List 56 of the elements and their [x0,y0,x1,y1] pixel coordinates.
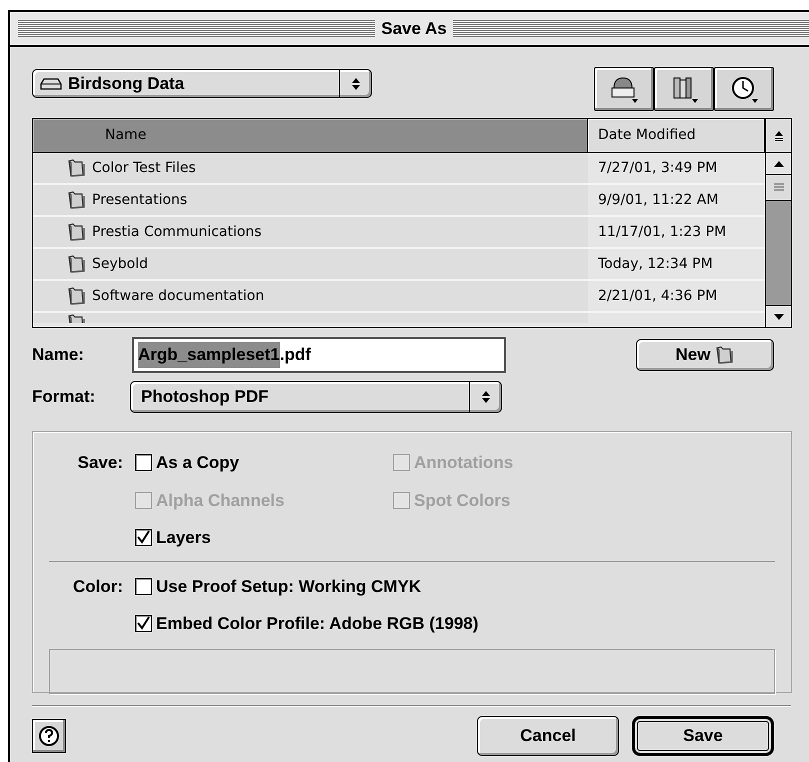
folder-icon [66,158,86,178]
toolbar-button[interactable] [654,67,714,111]
folder-icon [66,222,86,242]
date-modified: 9/9/01, 11:22 AM [597,190,720,210]
checkmark-icon [136,530,151,546]
date-modified: Today, 12:34 PM [597,254,714,274]
checkbox-label: Alpha Channels [156,490,284,512]
checkbox-label: As a Copy [156,452,240,474]
column-header[interactable]: Name [33,119,588,152]
file-name: Seybold [92,254,148,274]
checkbox-label: Spot Colors [414,490,510,512]
updown-arrows-icon [480,389,490,405]
location-popup[interactable]: Birdsong Data [32,69,372,98]
group-label: Save: [76,452,124,474]
date-modified: 7/27/01, 3:49 PM [597,158,718,178]
checkmark-icon [136,616,151,632]
date-modified: 11/17/01, 1:23 PM [597,222,728,242]
toolbar-button[interactable] [594,67,654,111]
format-popup[interactable]: Photoshop PDF [130,381,502,413]
file-name: Software documentation [92,286,264,306]
window-title: Save As [381,18,447,40]
group-label: Color: [72,576,124,598]
help-icon [38,725,60,747]
scroll-down-arrow-icon[interactable] [772,312,784,320]
default-button[interactable]: Save [632,716,774,756]
checkbox-label: Use Proof Setup: Working CMYK [156,576,422,598]
name-label: Name: [32,344,85,366]
hard-drive-icon [39,76,63,90]
folder-icon [66,190,86,210]
checkbox[interactable] [135,454,152,472]
file-name-field[interactable]: Argb_sampleset1.pdf [132,337,506,373]
grip-icon [772,183,784,192]
scroll-thumb[interactable] [766,175,791,201]
folder-icon [66,286,86,306]
new-folder-icon [714,345,734,365]
checkbox-label: Layers [156,527,211,549]
scroll-bar[interactable] [765,119,791,327]
new-folder-button[interactable]: New [636,339,774,371]
file-name: Color Test Files [92,158,196,178]
checkbox-label: Annotations [414,452,514,474]
help-button[interactable] [32,719,66,753]
dialog-button[interactable]: Cancel [477,716,619,756]
date-modified: 2/21/01, 4:36 PM [597,286,718,306]
checkbox[interactable] [135,578,152,595]
folder-icon [66,254,86,274]
column-header[interactable]: Date Modified [588,119,765,152]
updown-arrows-icon [350,76,360,92]
sort-order-icon[interactable] [774,130,784,142]
checkbox-label: Embed Color Profile: Adobe RGB (1998) [156,613,478,635]
checkbox[interactable] [135,529,152,546]
scroll-up-arrow-icon[interactable] [772,160,784,168]
format-label: Format: [32,386,96,408]
toolbar-button[interactable] [714,67,774,111]
file-name: Presentations [92,190,188,210]
checkbox[interactable] [135,615,152,632]
file-name: Prestia Communications [92,222,262,242]
